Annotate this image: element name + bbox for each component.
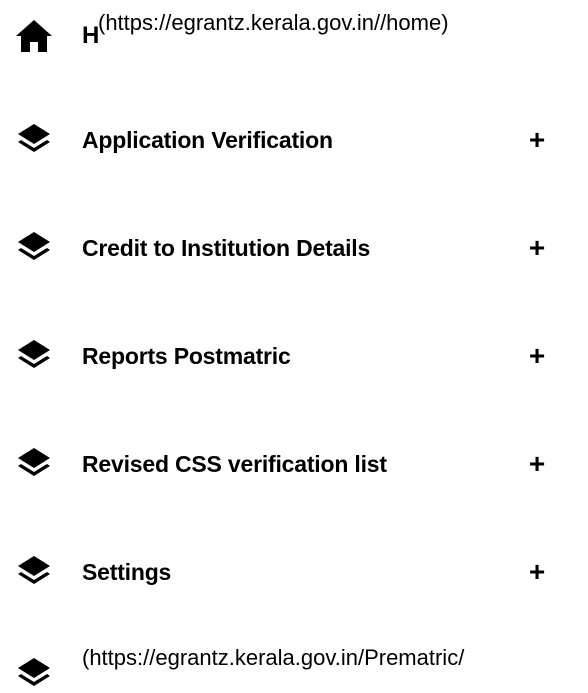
sidebar-item-label: Revised CSS verification list bbox=[82, 451, 387, 477]
expand-plus-icon[interactable]: + bbox=[522, 341, 552, 371]
sidebar-item-credit-to-institution[interactable]: Credit to Institution Details + bbox=[0, 218, 588, 278]
sidebar-item-home[interactable]: H (https://egrantz.kerala.gov.in//home) bbox=[0, 0, 588, 60]
sidebar-item-label: Reports Postmatric bbox=[82, 343, 291, 369]
expand-plus-icon[interactable]: + bbox=[522, 557, 552, 587]
sidebar-menu: H (https://egrantz.kerala.gov.in//home) … bbox=[0, 0, 588, 693]
home-icon bbox=[16, 20, 52, 52]
expand-plus-icon[interactable]: + bbox=[522, 125, 552, 155]
sidebar-item-label: Credit to Institution Details bbox=[82, 235, 371, 261]
expand-plus-icon[interactable]: + bbox=[522, 449, 552, 479]
layers-icon bbox=[18, 658, 50, 686]
layers-icon bbox=[18, 448, 50, 476]
layers-icon bbox=[18, 340, 50, 368]
sidebar-item-settings[interactable]: Settings + bbox=[0, 542, 588, 602]
layers-icon bbox=[18, 556, 50, 584]
sidebar-item-label: Application Verification bbox=[82, 127, 333, 153]
sidebar-item-prematric[interactable]: (https://egrantz.kerala.gov.in/Prematric… bbox=[0, 640, 588, 693]
home-link-text[interactable]: H bbox=[82, 22, 99, 50]
expand-plus-icon[interactable]: + bbox=[522, 233, 552, 263]
prematric-link-url[interactable]: (https://egrantz.kerala.gov.in/Prematric… bbox=[82, 645, 464, 671]
sidebar-item-revised-css-verification[interactable]: Revised CSS verification list + bbox=[0, 434, 588, 494]
layers-icon bbox=[18, 124, 50, 152]
home-link-url[interactable]: (https://egrantz.kerala.gov.in//home) bbox=[98, 10, 449, 36]
sidebar-item-application-verification[interactable]: Application Verification + bbox=[0, 110, 588, 170]
layers-icon bbox=[18, 232, 50, 260]
sidebar-item-label: Settings bbox=[82, 559, 172, 585]
sidebar-item-reports-postmatric[interactable]: Reports Postmatric + bbox=[0, 326, 588, 386]
